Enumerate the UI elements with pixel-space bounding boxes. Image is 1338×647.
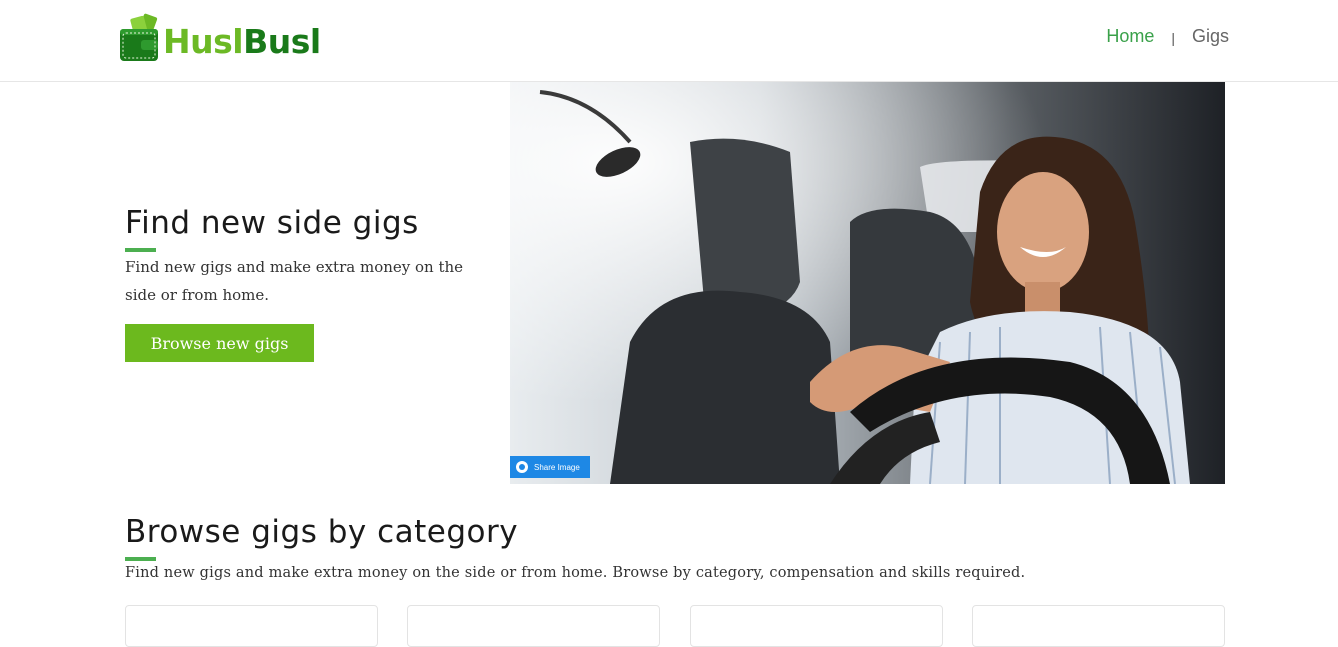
nav-separator: |: [1171, 29, 1175, 46]
browse-new-gigs-button[interactable]: Browse new gigs: [125, 324, 314, 362]
hero-subtitle: Find new gigs and make extra money on th…: [125, 258, 464, 304]
category-section-subtitle: Find new gigs and make extra money on th…: [125, 565, 1026, 581]
category-title-underline: [125, 557, 156, 561]
share-icon: [516, 461, 528, 473]
share-image-button[interactable]: Share Image: [510, 456, 590, 478]
main-nav: Home | Gigs: [1106, 26, 1229, 47]
category-card[interactable]: [972, 605, 1225, 647]
logo-text: HuslBusl: [163, 25, 321, 58]
hero-title: Find new side gigs: [125, 205, 419, 241]
category-card[interactable]: [690, 605, 943, 647]
wallet-icon: [119, 13, 161, 63]
hero-title-underline: [125, 248, 156, 252]
logo-text-light: Husl: [163, 21, 244, 61]
category-section-title: Browse gigs by category: [125, 514, 519, 550]
woman-driving-photo: [510, 82, 1225, 484]
nav-home-link[interactable]: Home: [1106, 26, 1154, 47]
site-header: HuslBusl Home | Gigs: [0, 0, 1338, 82]
category-card[interactable]: [125, 605, 378, 647]
site-logo[interactable]: HuslBusl: [119, 12, 321, 64]
hero-image: Share Image: [510, 82, 1225, 484]
share-image-label: Share Image: [534, 462, 580, 472]
logo-text-dark: Busl: [243, 21, 321, 61]
nav-gigs-link[interactable]: Gigs: [1192, 26, 1229, 47]
category-card[interactable]: [407, 605, 660, 647]
